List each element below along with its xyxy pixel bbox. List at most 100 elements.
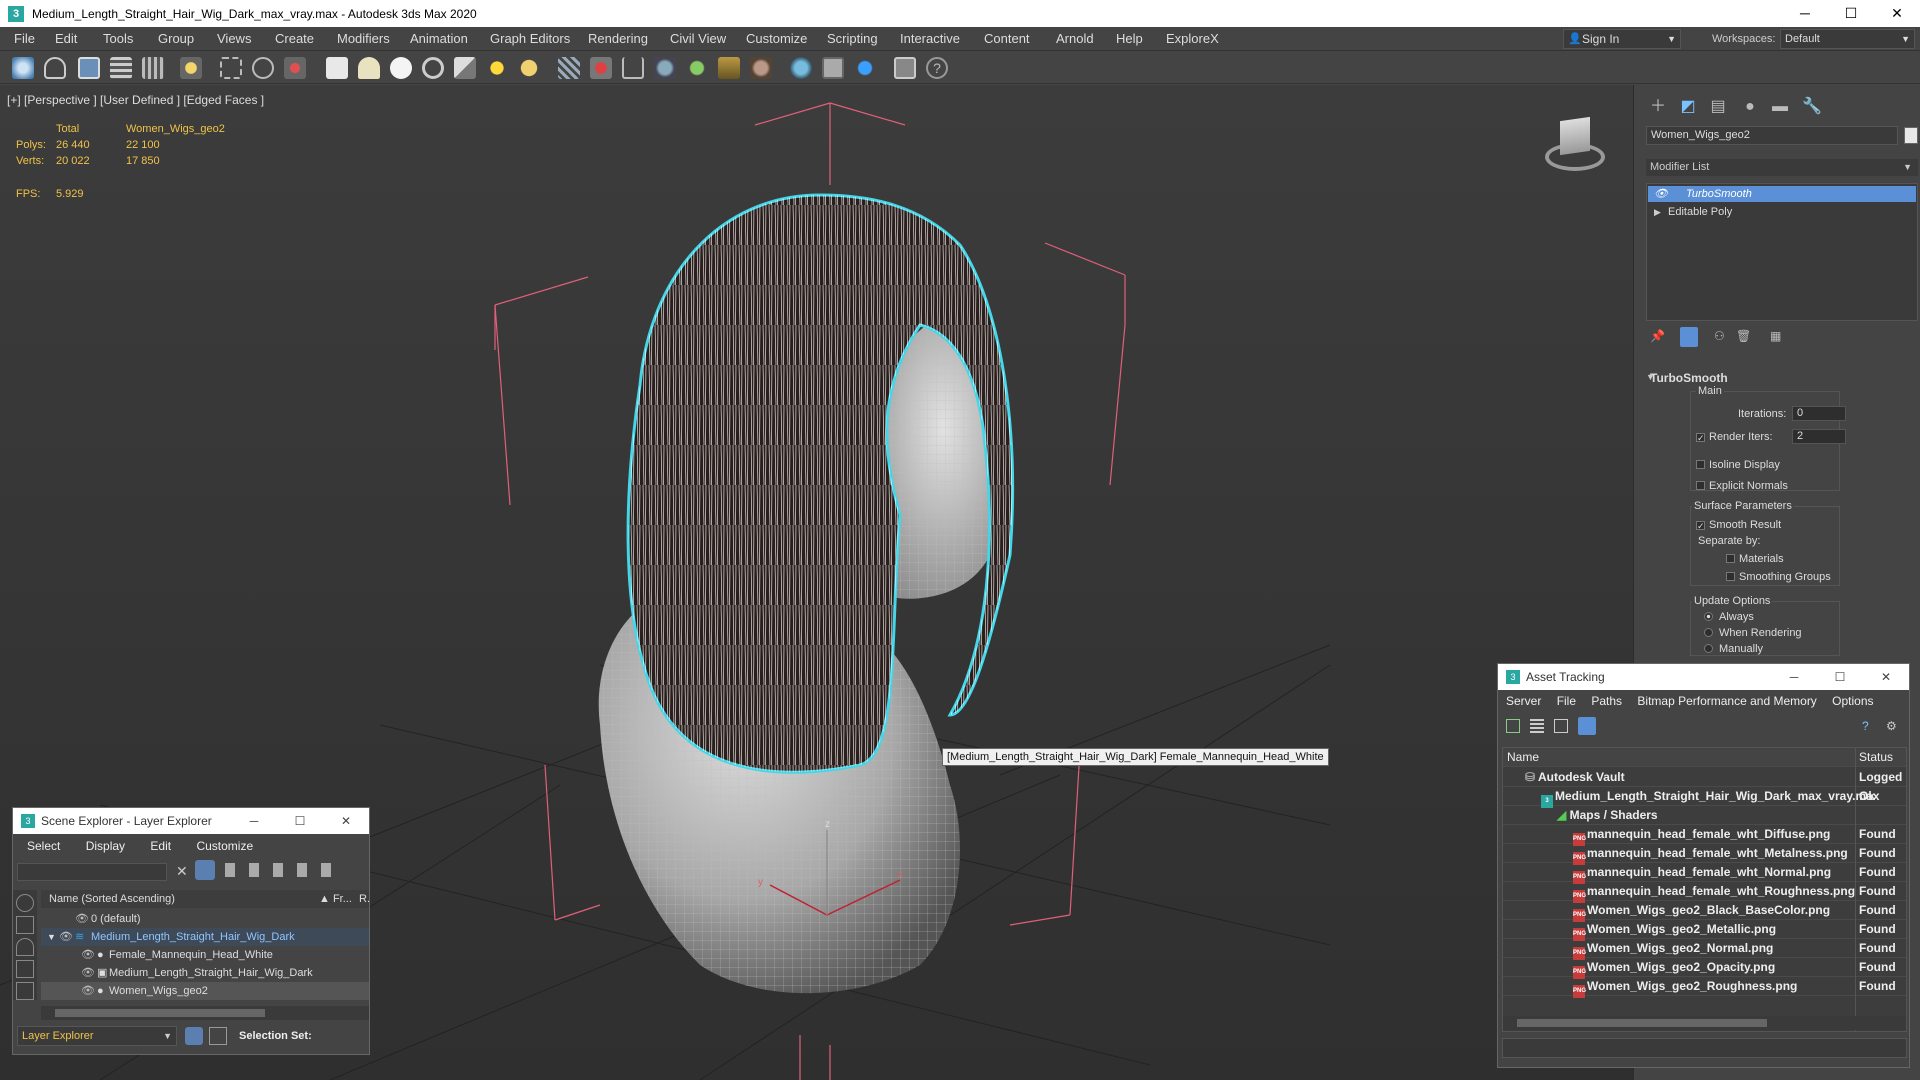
render-iters-spinner[interactable]: 2	[1792, 429, 1846, 444]
menu-graph-editors[interactable]: Graph Editors	[490, 31, 570, 46]
close-button[interactable]: ✕	[1863, 664, 1909, 690]
hierarchy-tab-icon[interactable]: ▤	[1708, 97, 1728, 117]
close-button[interactable]: ✕	[323, 808, 369, 834]
se-row-wig-geo[interactable]: 👁 ● Women_Wigs_geo2	[41, 982, 369, 1000]
hierarchy-mode-icon[interactable]	[209, 1027, 227, 1045]
utilities-tab-icon[interactable]: 🔧	[1802, 97, 1822, 117]
globe-icon[interactable]	[790, 57, 812, 79]
iterations-spinner[interactable]: 0	[1792, 406, 1846, 421]
filter-icon[interactable]	[195, 860, 215, 880]
at-horizontal-scrollbar[interactable]	[1503, 1016, 1906, 1030]
camera-icon[interactable]	[16, 960, 34, 978]
se-col-fr[interactable]: ▲ Fr...	[319, 890, 352, 908]
isoline-display-checkbox[interactable]: Isoline Display	[1696, 459, 1780, 471]
menu-group[interactable]: Group	[158, 31, 194, 46]
plant-icon[interactable]	[686, 57, 708, 79]
material-icon[interactable]	[590, 57, 612, 79]
se-row-wig-layer[interactable]: ▼ 👁 ≋ Medium_Length_Straight_Hair_Wig_Da…	[41, 928, 369, 946]
at-menu-server[interactable]: Server	[1506, 694, 1541, 708]
light-bulb-icon[interactable]	[180, 57, 202, 79]
table-view-icon[interactable]	[1554, 719, 1568, 733]
list-icon[interactable]	[110, 57, 132, 79]
redo-scene-icon[interactable]	[44, 57, 66, 79]
object-icon[interactable]	[16, 916, 34, 934]
cone-icon[interactable]	[454, 57, 476, 79]
stack-item-editable-poly[interactable]: ▶ Editable Poly	[1648, 204, 1916, 220]
create-tab-icon[interactable]: ＋	[1648, 97, 1668, 117]
help-icon[interactable]: ?	[1862, 719, 1869, 733]
explicit-normals-checkbox[interactable]: Explicit Normals	[1696, 480, 1788, 492]
table-row[interactable]: PNGmannequin_head_female_wht_Roughness.p…	[1503, 882, 1906, 903]
refresh-icon[interactable]	[1506, 719, 1520, 733]
table-row[interactable]: PNGWomen_Wigs_geo2_Normal.png Found	[1503, 939, 1906, 960]
display-tab-icon[interactable]: ▬	[1770, 97, 1790, 117]
at-scroll-thumb[interactable]	[1517, 1019, 1767, 1027]
se-scroll-thumb[interactable]	[55, 1009, 265, 1017]
object-color-swatch[interactable]	[1904, 127, 1918, 144]
menu-tools[interactable]: Tools	[103, 31, 133, 46]
helper-icon[interactable]	[16, 982, 34, 1000]
maximize-button[interactable]: ☐	[277, 808, 323, 834]
se-col-r[interactable]: R.	[359, 890, 370, 908]
se-col-name[interactable]: Name (Sorted Ascending)	[49, 893, 175, 905]
explorer-type-dropdown[interactable]: Layer Explorer ▼	[17, 1026, 177, 1046]
rotate-icon[interactable]	[252, 57, 274, 79]
menu-content[interactable]: Content	[984, 31, 1030, 46]
se-search-input[interactable]	[17, 863, 167, 881]
show-end-result-icon[interactable]	[1680, 327, 1698, 347]
se-row-mannequin[interactable]: 👁 ● Female_Mannequin_Head_White	[41, 946, 369, 964]
table-row[interactable]: PNGWomen_Wigs_geo2_Metallic.png Found	[1503, 920, 1906, 941]
render-setup-icon[interactable]	[622, 57, 644, 79]
se-horizontal-scrollbar[interactable]	[41, 1006, 369, 1020]
smoothing-groups-checkbox[interactable]: Smoothing Groups	[1726, 571, 1831, 583]
at-col-name[interactable]: Name	[1507, 748, 1539, 767]
stack-item-turbosmooth[interactable]: 👁 TurboSmooth	[1648, 186, 1916, 202]
light-icon[interactable]	[16, 938, 34, 956]
table-row[interactable]: 3 Medium_Length_Straight_Hair_Wig_Dark_ma…	[1503, 787, 1906, 808]
menu-create[interactable]: Create	[275, 31, 314, 46]
eye-icon[interactable]: 👁	[59, 928, 73, 946]
environment-icon[interactable]	[654, 57, 676, 79]
asset-tracking-titlebar[interactable]: 3 Asset Tracking ─ ☐ ✕	[1498, 664, 1909, 690]
at-path-field[interactable]	[1502, 1038, 1907, 1058]
layer-icon[interactable]	[16, 894, 34, 912]
maximize-button[interactable]: ☐	[1828, 0, 1874, 27]
se-menu-select[interactable]: Select	[27, 839, 60, 853]
pin-stack-icon[interactable]: 📌	[1650, 329, 1665, 343]
fur-icon[interactable]	[750, 57, 772, 79]
make-unique-icon[interactable]: ⚇	[1714, 329, 1725, 343]
remove-modifier-icon[interactable]: 🗑	[1736, 329, 1751, 343]
menu-views[interactable]: Views	[217, 31, 251, 46]
table-row[interactable]: PNGmannequin_head_female_wht_Metalness.p…	[1503, 844, 1906, 865]
scene-explorer-titlebar[interactable]: 3 Scene Explorer - Layer Explorer ─ ☐ ✕	[13, 808, 369, 834]
menu-rendering[interactable]: Rendering	[588, 31, 648, 46]
when-rendering-radio[interactable]: When Rendering	[1704, 627, 1802, 639]
configure-sets-icon[interactable]: ▦	[1770, 329, 1781, 343]
eye-icon[interactable]: 👁	[75, 910, 89, 928]
menu-interactive[interactable]: Interactive	[900, 31, 960, 46]
object-name-field[interactable]: Women_Wigs_geo2	[1646, 126, 1898, 145]
menu-edit[interactable]: Edit	[55, 31, 77, 46]
always-radio[interactable]: Always	[1704, 611, 1754, 623]
table-row[interactable]: PNGmannequin_head_female_wht_Diffuse.png…	[1503, 825, 1906, 846]
expand-arrow-icon[interactable]: ▼	[47, 928, 56, 946]
undo-scene-icon[interactable]	[12, 57, 34, 79]
at-menu-paths[interactable]: Paths	[1591, 694, 1622, 708]
light-icon[interactable]	[518, 57, 540, 79]
modifier-list-dropdown[interactable]: Modifier List ▼	[1646, 159, 1918, 176]
sphere-icon[interactable]	[358, 57, 380, 79]
se-tool-icons[interactable]	[225, 863, 345, 877]
at-col-status[interactable]: Status	[1859, 748, 1893, 767]
menu-animation[interactable]: Animation	[410, 31, 468, 46]
settings-icon[interactable]: ⚙	[1886, 719, 1897, 733]
scale-icon[interactable]	[284, 57, 306, 79]
geosphere-icon[interactable]	[390, 57, 412, 79]
materials-checkbox[interactable]: Materials	[1726, 553, 1784, 565]
minimize-button[interactable]: ─	[231, 808, 277, 834]
sign-in-dropdown[interactable]: 👤 Sign In ▼	[1563, 29, 1681, 49]
perspective-viewport[interactable]: [+] [Perspective ] [User Defined ] [Edge…	[0, 85, 1633, 1080]
grid-view-icon[interactable]	[1578, 717, 1596, 735]
workspace-select[interactable]: Default ▼	[1780, 29, 1915, 49]
table-row[interactable]: PNGmannequin_head_female_wht_Normal.png F…	[1503, 863, 1906, 884]
menu-file[interactable]: File	[14, 31, 35, 46]
